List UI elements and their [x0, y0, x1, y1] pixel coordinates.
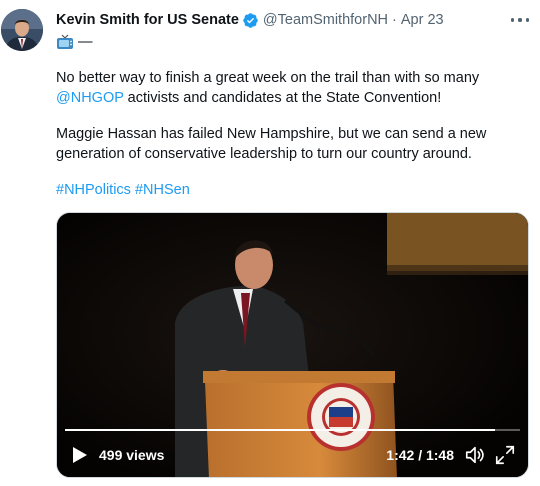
play-icon — [73, 447, 87, 463]
volume-button[interactable] — [464, 444, 486, 466]
mention-link[interactable]: @NHGOP — [56, 90, 124, 106]
progress-fill — [65, 429, 495, 431]
video-controls: 499 views 1:42 / 1:48 — [57, 433, 528, 477]
emoji-line: — — [56, 33, 93, 51]
fullscreen-button[interactable] — [494, 444, 516, 466]
tweet-paragraph-1: No better way to finish a great week on … — [56, 68, 526, 108]
paragraph-1-suffix: activists and candidates at the State Co… — [123, 90, 442, 106]
tweet[interactable]: Kevin Smith for US Senate @TeamSmithforN… — [0, 0, 540, 486]
play-button[interactable] — [69, 445, 89, 465]
video-player[interactable]: 499 views 1:42 / 1:48 — [56, 212, 529, 478]
more-horizontal-icon[interactable] — [511, 11, 529, 29]
hashtag-link[interactable]: #NHPolitics — [56, 182, 131, 198]
view-count: 499 views — [99, 447, 165, 463]
fullscreen-icon — [495, 445, 515, 465]
tweet-paragraph-2: Maggie Hassan has failed New Hampshire, … — [56, 126, 487, 162]
tweet-header: Kevin Smith for US Senate @TeamSmithforN… — [56, 11, 444, 29]
paragraph-1-prefix: No better way to finish a great week on … — [56, 70, 480, 86]
progress-bar[interactable] — [65, 429, 520, 431]
tweet-date[interactable]: Apr 23 — [401, 12, 444, 28]
hashtag-link[interactable]: #NHSen — [135, 182, 190, 198]
display-name[interactable]: Kevin Smith for US Senate — [56, 12, 239, 28]
volume-icon — [465, 446, 484, 464]
video-time: 1:42 / 1:48 — [386, 447, 454, 463]
television-icon — [57, 34, 73, 49]
emoji-line-text: — — [78, 34, 93, 50]
avatar[interactable] — [1, 9, 43, 51]
separator-dot: · — [392, 12, 397, 28]
tweet-hashtags: #NHPolitics #NHSen — [56, 180, 526, 200]
handle[interactable]: @TeamSmithforNH — [263, 12, 388, 28]
verified-badge-icon — [242, 12, 259, 29]
